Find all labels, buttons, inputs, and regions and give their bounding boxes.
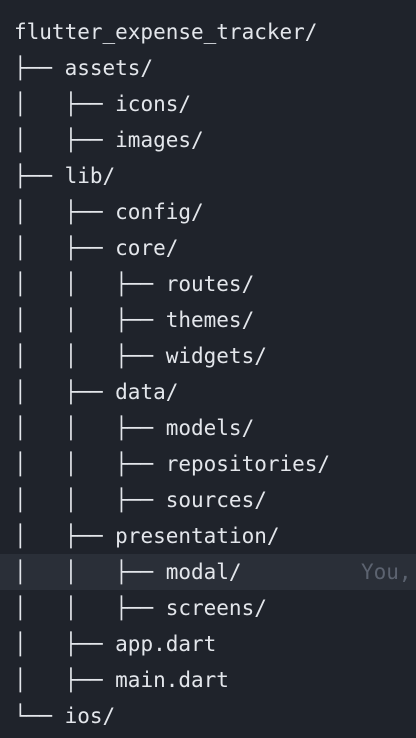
tree-item-label: assets/ <box>64 56 154 80</box>
tree-item-label: ios/ <box>64 704 116 728</box>
tree-item-label: themes/ <box>165 308 255 332</box>
tree-item-label: modal/ <box>165 560 242 584</box>
tree-branch: │ ├── <box>14 200 116 224</box>
tree-branch: │ │ ├── <box>14 308 166 332</box>
tree-branch: │ ├── <box>14 92 116 116</box>
tree-line-lib[interactable]: ├── lib/ <box>0 158 416 194</box>
tree-line-icons[interactable]: │ ├── icons/ <box>0 86 416 122</box>
tree-line-widgets[interactable]: │ │ ├── widgets/ <box>0 338 416 374</box>
tree-branch: ├── <box>14 56 65 80</box>
tree-line-screens[interactable]: │ │ ├── screens/ <box>0 590 416 626</box>
tree-branch: ├── <box>14 164 65 188</box>
tree-item-label: config/ <box>115 200 204 224</box>
tree-branch: │ ├── <box>14 380 116 404</box>
tree-line-repositories[interactable]: │ │ ├── repositories/ <box>0 446 416 482</box>
tree-item-label: flutter_expense_tracker/ <box>14 20 318 44</box>
tree-line-routes[interactable]: │ │ ├── routes/ <box>0 266 416 302</box>
tree-branch: │ │ ├── <box>14 596 166 620</box>
tree-item-label: screens/ <box>165 596 267 620</box>
tree-line-main-dart[interactable]: │ ├── main.dart <box>0 662 416 698</box>
tree-line-app-dart[interactable]: │ ├── app.dart <box>0 626 416 662</box>
tree-item-label: sources/ <box>165 488 267 512</box>
tree-item-label: repositories/ <box>165 452 331 476</box>
tree-item-label: data/ <box>115 380 179 404</box>
tree-line-config[interactable]: │ ├── config/ <box>0 194 416 230</box>
tree-line-ios[interactable]: └── ios/ <box>0 698 416 734</box>
tree-item-label: main.dart <box>115 668 229 692</box>
tree-branch: └── <box>14 704 65 728</box>
tree-line-root[interactable]: flutter_expense_tracker/ <box>0 14 416 50</box>
file-tree: flutter_expense_tracker/ ├── assets/ │ ├… <box>0 14 416 734</box>
tree-item-label: app.dart <box>115 632 217 656</box>
tree-item-label: models/ <box>165 416 255 440</box>
tree-line-themes[interactable]: │ │ ├── themes/ <box>0 302 416 338</box>
tree-branch: │ ├── <box>14 524 116 548</box>
tree-item-label: presentation/ <box>115 524 280 548</box>
tree-branch: │ │ ├── <box>14 272 166 296</box>
tree-line-core[interactable]: │ ├── core/ <box>0 230 416 266</box>
tree-branch: │ ├── <box>14 236 116 260</box>
tree-item-label: images/ <box>115 128 204 152</box>
tree-branch: │ │ ├── <box>14 560 166 584</box>
tree-line-modal-current[interactable]: │ │ ├── modal/You, <box>0 554 416 590</box>
tree-branch: │ ├── <box>14 128 116 152</box>
tree-branch: │ │ ├── <box>14 344 166 368</box>
tree-line-models[interactable]: │ │ ├── models/ <box>0 410 416 446</box>
tree-item-label: icons/ <box>115 92 192 116</box>
tree-line-assets[interactable]: ├── assets/ <box>0 50 416 86</box>
tree-item-label: widgets/ <box>165 344 267 368</box>
tree-branch: │ ├── <box>14 668 116 692</box>
tree-branch: │ │ ├── <box>14 488 166 512</box>
tree-item-label: core/ <box>115 236 179 260</box>
git-blame-annotation: You, <box>361 560 412 584</box>
tree-line-images[interactable]: │ ├── images/ <box>0 122 416 158</box>
tree-line-sources[interactable]: │ │ ├── sources/ <box>0 482 416 518</box>
tree-line-data[interactable]: │ ├── data/ <box>0 374 416 410</box>
tree-branch: │ │ ├── <box>14 416 166 440</box>
tree-line-presentation[interactable]: │ ├── presentation/ <box>0 518 416 554</box>
tree-item-label: lib/ <box>64 164 116 188</box>
tree-item-label: routes/ <box>165 272 255 296</box>
tree-branch: │ │ ├── <box>14 452 166 476</box>
tree-branch: │ ├── <box>14 632 116 656</box>
